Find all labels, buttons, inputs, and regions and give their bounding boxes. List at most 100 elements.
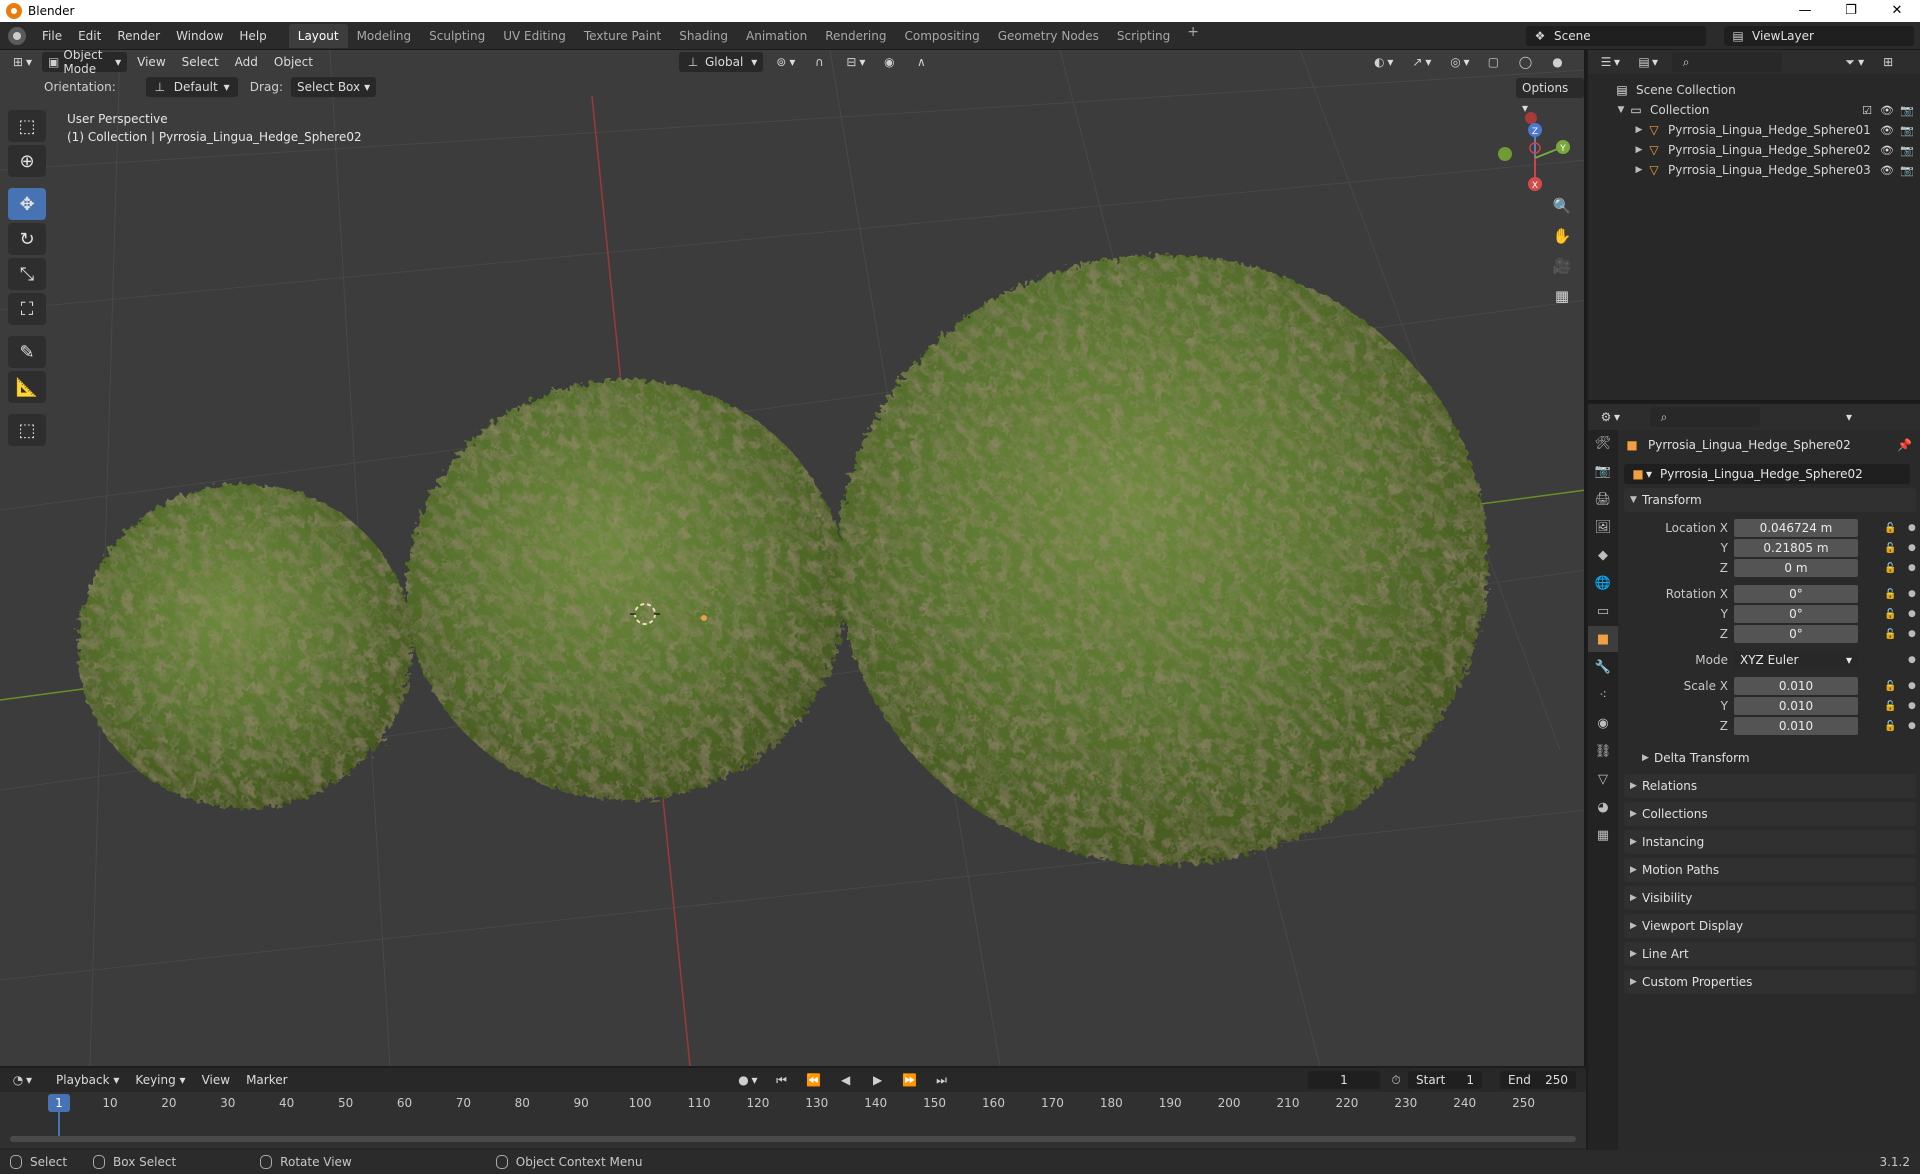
lock-icon[interactable]: 🔓: [1884, 563, 1896, 574]
tab-scripting[interactable]: Scripting: [1108, 24, 1179, 48]
menu-help[interactable]: Help: [231, 22, 274, 50]
keyframe-dot-icon[interactable]: ●: [1908, 721, 1916, 731]
keyframe-dot-icon[interactable]: ●: [1908, 609, 1916, 619]
shading-wireframe-button[interactable]: ◯: [1511, 52, 1539, 72]
play-button[interactable]: ▶: [864, 1070, 892, 1090]
neg-y-axis-icon[interactable]: [1498, 147, 1512, 161]
pivot-point-button[interactable]: ⊚ ▾: [767, 52, 801, 72]
orientation-dropdown[interactable]: ⊥ Default ▾: [145, 77, 238, 97]
timeline-view-menu[interactable]: View: [196, 1070, 236, 1090]
tab-animation[interactable]: Animation: [737, 24, 816, 48]
rotation-z-field[interactable]: 0°: [1734, 625, 1858, 643]
eye-icon[interactable]: 👁: [1880, 104, 1894, 117]
stopwatch-icon[interactable]: ⏱: [1388, 1072, 1404, 1088]
neg-x-axis-icon[interactable]: [1525, 112, 1537, 124]
physics-tab-icon[interactable]: ◉: [1588, 710, 1618, 736]
expand-arrow-icon[interactable]: ▶: [1632, 165, 1646, 175]
rotation-mode-dropdown[interactable]: XYZ Euler ▾: [1734, 651, 1858, 669]
data-tab-icon[interactable]: ▽: [1588, 766, 1618, 792]
render-camera-icon[interactable]: 📷: [1900, 104, 1914, 117]
menu-edit[interactable]: Edit: [70, 22, 109, 50]
proportional-edit-button[interactable]: ◉: [875, 52, 903, 72]
xray-button[interactable]: ▢: [1479, 52, 1507, 72]
render-camera-icon[interactable]: 📷: [1900, 124, 1914, 137]
zoom-icon[interactable]: 🔍: [1548, 192, 1576, 220]
display-mode-button[interactable]: ▤ ▾: [1630, 52, 1664, 72]
texture-tab-icon[interactable]: ▦: [1588, 822, 1618, 848]
keyframe-dot-icon[interactable]: ●: [1908, 655, 1916, 665]
scale-z-field[interactable]: 0.010: [1734, 717, 1858, 735]
properties-options-button[interactable]: ▾: [1840, 407, 1858, 427]
select-box-tool[interactable]: ⬚: [8, 110, 46, 142]
tab-shading[interactable]: Shading: [670, 24, 737, 48]
menu-render[interactable]: Render: [109, 22, 168, 50]
properties-editor-type-button[interactable]: ⚙ ▾: [1592, 407, 1626, 427]
eye-icon[interactable]: 👁: [1880, 144, 1894, 157]
lock-icon[interactable]: 🔓: [1884, 609, 1896, 620]
collapse-arrow-icon[interactable]: ▼: [1614, 105, 1628, 115]
material-tab-icon[interactable]: ◕: [1588, 794, 1618, 820]
overlay-toggle-button[interactable]: ◎ ▾: [1441, 52, 1475, 72]
playhead[interactable]: 1: [48, 1094, 70, 1112]
jump-keyframe-forward-button[interactable]: ⏩: [896, 1070, 924, 1090]
pin-icon[interactable]: 📌: [1897, 438, 1912, 452]
cursor-tool[interactable]: ⊕: [8, 145, 46, 177]
timeline-editor-type-button[interactable]: ◔ ▾: [4, 1070, 38, 1090]
properties-search-field[interactable]: ⌕: [1650, 407, 1761, 427]
add-menu[interactable]: Add: [229, 52, 264, 72]
keying-menu[interactable]: Keying ▾: [129, 1070, 191, 1090]
outliner-collection[interactable]: ▼ ▭ Collection ☑ 👁 📷: [1588, 100, 1920, 120]
timeline-scrollbar[interactable]: [10, 1136, 1576, 1142]
visibility-panel-header[interactable]: ▶ Visibility: [1624, 886, 1916, 910]
navigation-gizmo[interactable]: Z Y X: [1490, 108, 1580, 198]
collections-panel-header[interactable]: ▶ Collections: [1624, 802, 1916, 826]
tab-compositing[interactable]: Compositing: [895, 24, 988, 48]
timeline-ruler[interactable]: 1 10 20 30 40 50 60 70 80 90 100 110 120 130 140 150 16…: [0, 1092, 1586, 1148]
keyframe-dot-icon[interactable]: ●: [1908, 563, 1916, 573]
play-reverse-button[interactable]: ◀: [832, 1070, 860, 1090]
viewport-display-panel-header[interactable]: ▶ Viewport Display: [1624, 914, 1916, 938]
blender-menu-icon[interactable]: [8, 26, 26, 45]
auto-keying-button[interactable]: ● ▾: [730, 1070, 764, 1090]
outliner-object-row[interactable]: ▶ ▽ Pyrrosia_Lingua_Hedge_Sphere03 👁 📷: [1588, 160, 1920, 180]
render-camera-icon[interactable]: 📷: [1900, 144, 1914, 157]
scale-x-field[interactable]: 0.010: [1734, 677, 1858, 695]
tab-modeling[interactable]: Modeling: [348, 24, 421, 48]
menu-window[interactable]: Window: [168, 22, 231, 50]
line-art-panel-header[interactable]: ▶ Line Art: [1624, 942, 1916, 966]
filter-button[interactable]: ⏷ ▾: [1836, 52, 1870, 72]
transform-orientation-selector[interactable]: ⊥ Global ▾: [679, 52, 764, 72]
pan-hand-icon[interactable]: ✋: [1548, 222, 1576, 250]
world-tab-icon[interactable]: 🌐: [1588, 570, 1618, 596]
jump-end-button[interactable]: ⏭: [928, 1070, 956, 1090]
keyframe-dot-icon[interactable]: ●: [1908, 523, 1916, 533]
scene-tab-icon[interactable]: ◆: [1588, 542, 1618, 568]
outliner-editor-type-button[interactable]: ☰ ▾: [1592, 52, 1626, 72]
new-collection-button[interactable]: ⊞: [1874, 52, 1902, 72]
relations-panel-header[interactable]: ▶ Relations: [1624, 774, 1916, 798]
transform-panel-header[interactable]: ▼ Transform: [1624, 488, 1916, 512]
hedge-sphere-03[interactable]: [838, 255, 1488, 865]
drag-dropdown[interactable]: Select Box ▾: [290, 77, 377, 97]
particles-tab-icon[interactable]: ⁖: [1588, 682, 1618, 708]
render-tab-icon[interactable]: 📷: [1588, 458, 1618, 484]
editor-type-button[interactable]: ⊞ ▾: [4, 52, 38, 72]
view-menu[interactable]: View: [131, 52, 171, 72]
lock-icon[interactable]: 🔓: [1884, 523, 1896, 534]
scale-tool[interactable]: ⤡: [8, 258, 46, 290]
location-x-field[interactable]: 0.046724 m: [1734, 519, 1858, 537]
outliner-scene-collection[interactable]: ▤ Scene Collection: [1588, 80, 1920, 100]
jump-start-button[interactable]: ⏮: [768, 1070, 796, 1090]
delta-transform-header[interactable]: ▶ Delta Transform: [1624, 746, 1916, 770]
measure-tool[interactable]: 📐: [8, 371, 46, 403]
keyframe-dot-icon[interactable]: ●: [1908, 629, 1916, 639]
lock-icon[interactable]: 🔓: [1884, 629, 1896, 640]
hedge-sphere-01[interactable]: [78, 484, 412, 808]
expand-arrow-icon[interactable]: ▶: [1632, 145, 1646, 155]
minimize-button[interactable]: —: [1782, 0, 1828, 22]
tab-layout[interactable]: Layout: [288, 23, 348, 48]
snap-button[interactable]: ∩: [805, 52, 833, 72]
lock-icon[interactable]: 🔓: [1884, 701, 1896, 712]
playback-menu[interactable]: Playback ▾: [50, 1070, 125, 1090]
keyframe-dot-icon[interactable]: ●: [1908, 701, 1916, 711]
